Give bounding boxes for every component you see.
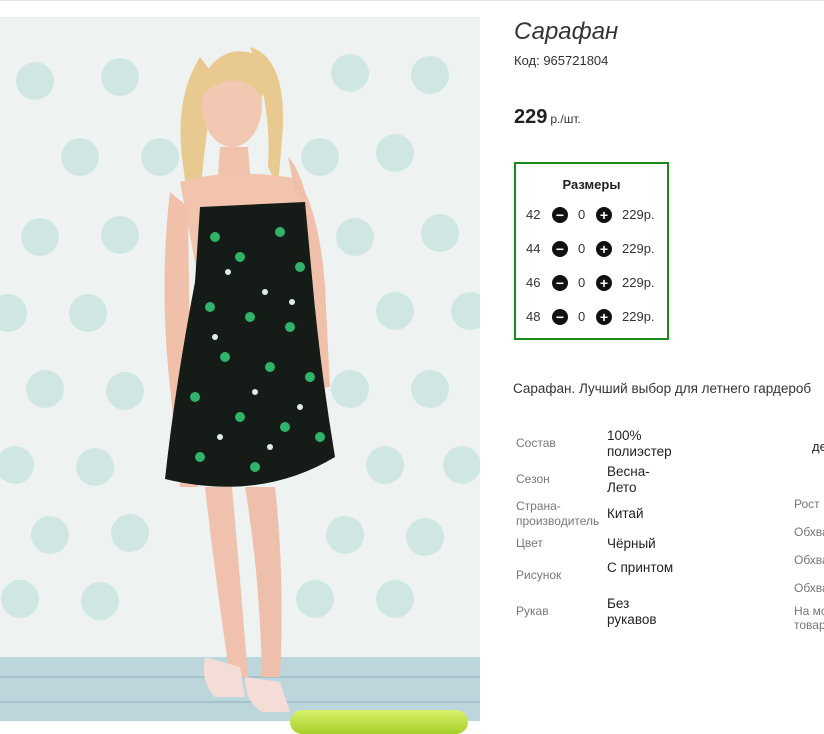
size-label: 42 [526, 207, 541, 222]
top-divider [0, 0, 824, 1]
product-price: 229 р./шт. [514, 106, 581, 129]
minus-circle-icon[interactable]: − [552, 309, 568, 325]
attr-value-composition: 100% полиэстер [607, 428, 672, 459]
size-label: 48 [526, 309, 541, 324]
attr-value-pattern: С принтом [607, 560, 674, 575]
attr-label-composition: Состав [516, 436, 556, 450]
plus-circle-icon[interactable]: + [596, 241, 612, 257]
side-attr-girth: Обхва [794, 553, 824, 567]
attr-label-color: Цвет [516, 536, 543, 550]
attr-value-season: Весна-Лето [607, 464, 650, 495]
attr-label-season: Сезон [516, 472, 550, 486]
attr-value-country: Китай [607, 506, 644, 521]
attr-label-pattern: Рисунок [516, 568, 562, 582]
size-price: 229р. [622, 241, 655, 256]
size-label: 44 [526, 241, 541, 256]
attr-value-color: Чёрный [607, 536, 656, 551]
plus-circle-icon[interactable]: + [596, 309, 612, 325]
side-attr-model: товар [794, 618, 824, 632]
size-quantity: 0 [578, 275, 586, 290]
side-attr-height: Рост [794, 497, 820, 511]
minus-circle-icon[interactable]: − [552, 241, 568, 257]
side-table-header: де [812, 439, 824, 454]
price-unit: р./шт. [550, 112, 581, 126]
side-attr-model: На мо [794, 604, 824, 618]
size-price: 229р. [622, 309, 655, 324]
add-to-cart-button[interactable] [290, 710, 468, 734]
size-row: 48 − 0 + 229р. [516, 307, 667, 327]
size-price: 229р. [622, 275, 655, 290]
size-quantity: 0 [578, 309, 586, 324]
minus-circle-icon[interactable]: − [552, 275, 568, 291]
attr-label-country: Страна-производитель [516, 499, 600, 528]
size-row: 42 − 0 + 229р. [516, 205, 667, 225]
attr-label-sleeve: Рукав [516, 604, 549, 618]
sizes-header: Размеры [562, 177, 621, 192]
plus-circle-icon[interactable]: + [596, 207, 612, 223]
size-quantity: 0 [578, 241, 586, 256]
size-label: 46 [526, 275, 541, 290]
size-quantity: 0 [578, 207, 586, 222]
product-code: Код: 965721804 [514, 53, 609, 68]
minus-circle-icon[interactable]: − [552, 207, 568, 223]
product-description: Сарафан. Лучший выбор для летнего гардер… [513, 381, 812, 396]
size-row: 46 − 0 + 229р. [516, 273, 667, 293]
product-photo[interactable] [0, 17, 480, 721]
attr-value-sleeve: Без рукавов [607, 596, 657, 627]
product-title: Сарафан [514, 18, 619, 45]
size-row: 44 − 0 + 229р. [516, 239, 667, 259]
size-selector: Размеры 42 − 0 + 229р. 44 − 0 + 229р. 46… [514, 162, 669, 340]
side-attr-girth: Обхва [794, 525, 824, 539]
side-attr-girth: Обхва [794, 581, 824, 595]
plus-circle-icon[interactable]: + [596, 275, 612, 291]
size-price: 229р. [622, 207, 655, 222]
price-value: 229 [514, 106, 548, 128]
